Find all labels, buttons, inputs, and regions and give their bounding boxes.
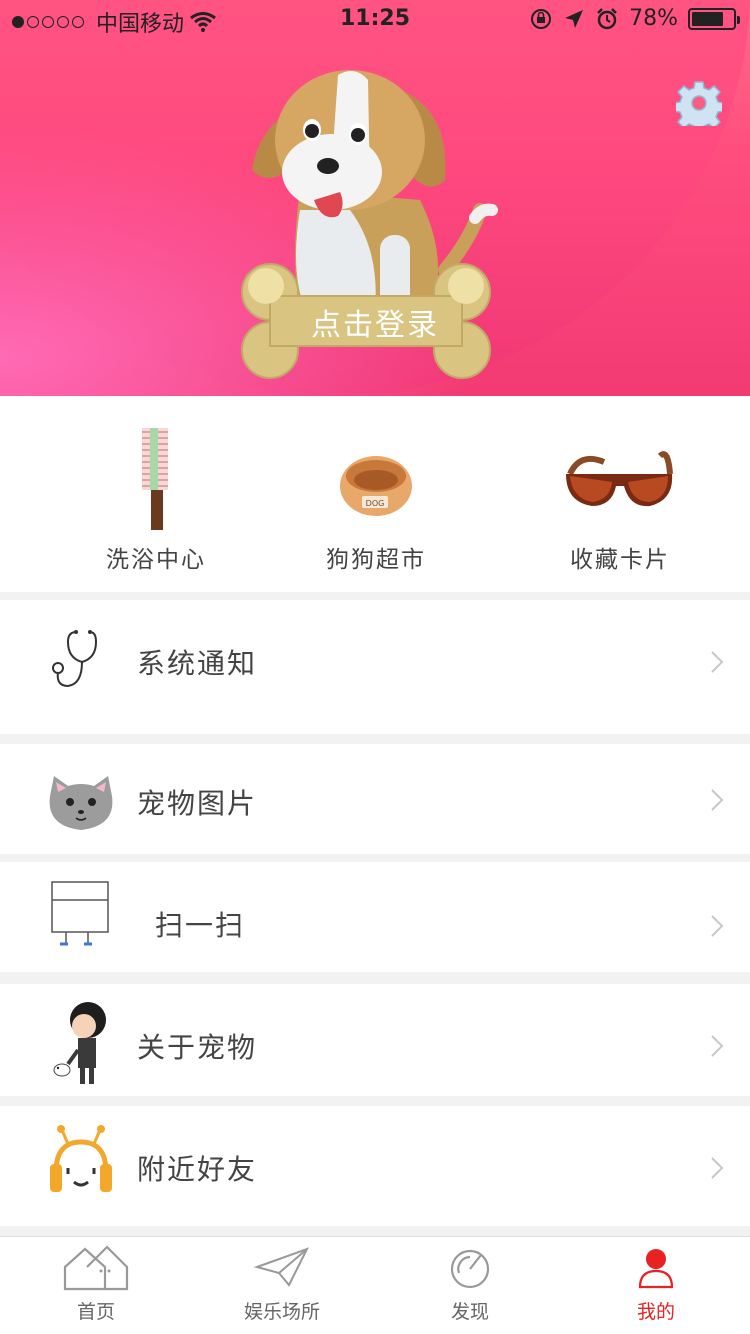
list-label: 系统通知 [137, 647, 258, 680]
tab-label: 首页 [76, 1301, 115, 1323]
list-item-nearby-friends[interactable]: 附近好友 [0, 1106, 750, 1226]
status-bar: 中国移动 11:25 78% [0, 0, 750, 40]
list-item-scan[interactable]: 扫一扫 [0, 862, 750, 972]
chevron-right-icon [711, 915, 724, 937]
list-label: 扫一扫 [155, 909, 246, 942]
svg-text:DOG: DOG [366, 499, 385, 508]
list-label: 关于宠物 [137, 1031, 258, 1064]
list-label: 宠物图片 [137, 787, 258, 820]
login-button[interactable]: 点击登录 [275, 300, 475, 344]
tab-home[interactable]: 首页 [26, 1241, 166, 1324]
user-icon [638, 1249, 674, 1289]
scan-icon [51, 881, 109, 946]
quick-item-dog-market[interactable]: DOG 狗狗超市 [286, 426, 466, 574]
list-item-about-pets[interactable]: 关于宠物 [0, 984, 750, 1096]
boy-with-dog-icon [53, 1002, 106, 1084]
chevron-right-icon [711, 789, 724, 811]
location-arrow-icon [565, 9, 584, 28]
quick-label: 洗浴中心 [106, 547, 206, 573]
battery-icon [688, 7, 740, 30]
tab-label: 我的 [636, 1301, 675, 1323]
cat-face-icon [49, 776, 113, 830]
alarm-icon [597, 7, 617, 29]
tab-discover[interactable]: 发现 [400, 1241, 540, 1324]
robot-headphones-icon [50, 1125, 112, 1192]
chevron-right-icon [711, 1157, 724, 1179]
tab-label: 娱乐场所 [243, 1301, 320, 1323]
settings-gear-icon[interactable] [676, 80, 722, 126]
quick-item-collected-cards[interactable]: 收藏卡片 [530, 426, 710, 574]
list-label: 附近好友 [137, 1153, 258, 1186]
paper-plane-icon [253, 1247, 310, 1287]
battery-percent: 78% [629, 6, 678, 31]
tab-mine[interactable]: 我的 [586, 1241, 726, 1324]
quick-label: 收藏卡片 [570, 547, 670, 573]
dog-bowl-icon: DOG [340, 456, 412, 516]
chevron-right-icon [711, 651, 724, 673]
house-icon [63, 1245, 129, 1291]
list-item-pet-pictures[interactable]: 宠物图片 [0, 744, 750, 854]
list-item-system-notice[interactable]: 系统通知 [0, 600, 750, 734]
sunglasses-icon [566, 451, 673, 507]
tab-label: 发现 [450, 1301, 489, 1323]
compass-icon [450, 1249, 490, 1289]
tab-bar: 首页 娱乐场所 发现 我的 [0, 1236, 750, 1334]
stethoscope-icon [52, 630, 98, 688]
quick-label: 狗狗超市 [326, 547, 426, 573]
comb-icon [142, 428, 168, 530]
chevron-right-icon [711, 1035, 724, 1057]
rotation-lock-icon [531, 8, 552, 29]
tab-entertainment[interactable]: 娱乐场所 [212, 1241, 352, 1324]
quick-actions: 洗浴中心 DOG 狗狗超市 收藏卡片 [0, 396, 750, 592]
quick-item-bath-center[interactable]: 洗浴中心 [66, 426, 246, 574]
